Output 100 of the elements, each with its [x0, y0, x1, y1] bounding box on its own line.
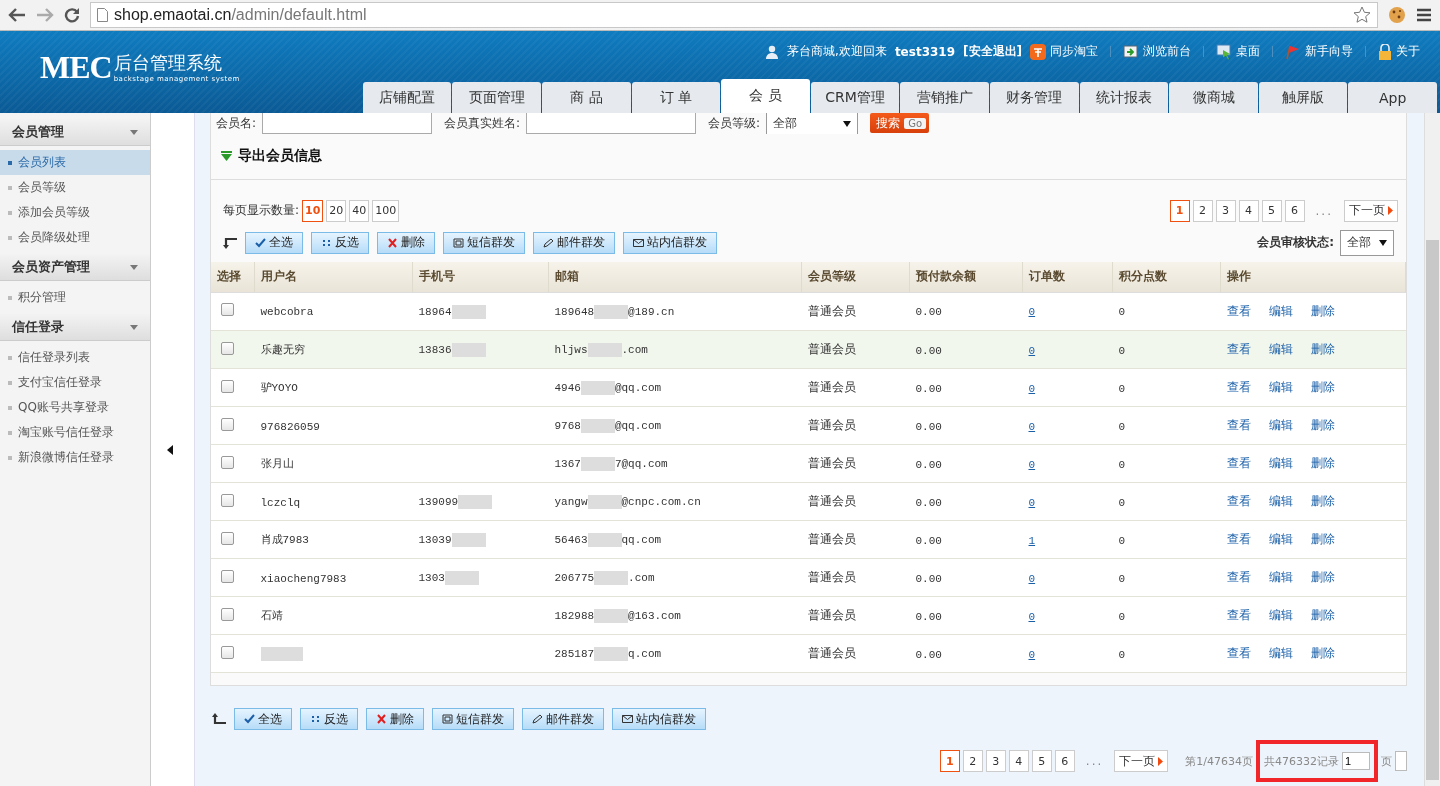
action-button[interactable]: 反选 — [311, 231, 369, 254]
row-action-link[interactable]: 删除 — [1310, 530, 1335, 548]
order-count-link[interactable]: 1 — [1028, 534, 1036, 547]
forward-icon[interactable] — [36, 8, 54, 22]
level-select[interactable]: 全部 — [766, 113, 859, 134]
sidebar-item[interactable]: 会员列表 — [0, 150, 150, 175]
search-button[interactable]: 搜索 Go — [870, 113, 929, 134]
header-link[interactable]: 同步淘宝 — [1030, 43, 1098, 60]
reload-icon[interactable] — [64, 7, 80, 23]
order-count-link[interactable]: 0 — [1028, 458, 1036, 471]
status-select[interactable]: 全部 — [1340, 229, 1394, 256]
row-action-link[interactable]: 编辑 — [1268, 454, 1293, 472]
sidebar-item[interactable]: QQ账号共享登录 — [0, 395, 150, 420]
nav-tab[interactable]: 店铺配置 — [362, 82, 452, 113]
row-checkbox[interactable] — [221, 531, 234, 545]
next-page-button[interactable]: 下一页 — [1344, 199, 1398, 222]
row-action-link[interactable]: 查看 — [1226, 302, 1251, 320]
row-action-link[interactable]: 删除 — [1310, 416, 1335, 434]
action-button[interactable]: 全选 — [234, 708, 292, 730]
header-link[interactable]: 浏览前台 — [1123, 43, 1191, 60]
page-button[interactable]: 2 — [962, 750, 983, 772]
nav-tab[interactable]: 触屏版 — [1258, 82, 1348, 113]
page-button[interactable]: 1 — [1169, 199, 1190, 222]
row-action-link[interactable]: 删除 — [1310, 340, 1335, 358]
row-action-link[interactable]: 编辑 — [1268, 416, 1293, 434]
row-checkbox[interactable] — [221, 607, 234, 621]
action-button[interactable]: 反选 — [300, 708, 358, 730]
sidebar-item[interactable]: 信任登录列表 — [0, 345, 150, 370]
nav-tab[interactable]: 营销推广 — [900, 82, 990, 113]
page-size-option[interactable]: 10 — [302, 199, 324, 222]
row-action-link[interactable]: 编辑 — [1268, 644, 1293, 662]
row-action-link[interactable]: 编辑 — [1268, 530, 1293, 548]
sidebar-group-header[interactable]: 会员资产管理 — [0, 254, 150, 281]
page-button[interactable]: 5 — [1031, 750, 1052, 772]
nav-tab[interactable]: 订 单 — [631, 82, 721, 113]
row-checkbox[interactable] — [221, 569, 234, 583]
action-button[interactable]: 全选 — [245, 231, 303, 254]
order-count-link[interactable]: 0 — [1028, 344, 1036, 357]
page-button[interactable]: 3 — [1215, 199, 1236, 222]
action-button[interactable]: 短信群发 — [432, 708, 514, 730]
row-action-link[interactable]: 删除 — [1310, 378, 1335, 396]
sidebar-item[interactable]: 会员降级处理 — [0, 225, 150, 250]
row-action-link[interactable]: 查看 — [1226, 416, 1251, 434]
row-checkbox[interactable] — [221, 417, 234, 431]
row-checkbox[interactable] — [221, 341, 234, 355]
action-button[interactable]: 短信群发 — [443, 231, 525, 254]
sidebar-item[interactable]: 支付宝信任登录 — [0, 370, 150, 395]
row-checkbox[interactable] — [221, 493, 234, 507]
page-button[interactable]: 4 — [1238, 199, 1259, 222]
sidebar-item[interactable]: 新浪微博信任登录 — [0, 445, 150, 470]
sidebar-item[interactable]: 会员等级 — [0, 175, 150, 200]
sidebar-item[interactable]: 积分管理 — [0, 285, 150, 310]
header-link[interactable]: 关于 — [1378, 43, 1420, 60]
collapse-arrow-icon[interactable] — [167, 444, 173, 455]
row-action-link[interactable]: 查看 — [1226, 530, 1251, 548]
order-count-link[interactable]: 0 — [1028, 572, 1036, 585]
action-button[interactable]: 站内信群发 — [612, 708, 706, 730]
order-count-link[interactable]: 0 — [1028, 382, 1036, 395]
nav-tab[interactable]: 页面管理 — [452, 82, 542, 113]
page-button[interactable]: 6 — [1054, 750, 1075, 772]
row-action-link[interactable]: 删除 — [1310, 302, 1335, 320]
sidebar-group-header[interactable]: 会员管理 — [0, 119, 150, 146]
action-button[interactable]: 站内信群发 — [623, 231, 717, 254]
go-button[interactable] — [1395, 751, 1407, 771]
row-action-link[interactable]: 编辑 — [1268, 606, 1293, 624]
row-action-link[interactable]: 删除 — [1310, 644, 1335, 662]
action-button[interactable]: 删除 — [377, 231, 435, 254]
page-button[interactable]: 3 — [985, 750, 1006, 772]
row-action-link[interactable]: 编辑 — [1268, 302, 1293, 320]
row-action-link[interactable]: 编辑 — [1268, 492, 1293, 510]
row-action-link[interactable]: 删除 — [1310, 454, 1335, 472]
nav-tab[interactable]: CRM管理 — [810, 82, 900, 113]
order-count-link[interactable]: 0 — [1028, 420, 1036, 433]
username-field[interactable] — [262, 113, 433, 134]
order-count-link[interactable]: 0 — [1028, 648, 1036, 661]
row-action-link[interactable]: 删除 — [1310, 568, 1335, 586]
order-count-link[interactable]: 0 — [1028, 306, 1036, 319]
page-button[interactable]: 4 — [1008, 750, 1029, 772]
menu-icon[interactable] — [1416, 8, 1432, 22]
row-checkbox[interactable] — [221, 303, 234, 317]
row-action-link[interactable]: 删除 — [1310, 492, 1335, 510]
row-checkbox[interactable] — [221, 379, 234, 393]
nav-tab[interactable]: 统计报表 — [1079, 82, 1169, 113]
row-action-link[interactable]: 查看 — [1226, 454, 1251, 472]
row-action-link[interactable]: 编辑 — [1268, 568, 1293, 586]
sidebar-item[interactable]: 添加会员等级 — [0, 200, 150, 225]
page-button[interactable]: 6 — [1284, 199, 1305, 222]
page-size-option[interactable]: 20 — [326, 199, 347, 222]
sidebar-item[interactable]: 淘宝账号信任登录 — [0, 420, 150, 445]
row-checkbox[interactable] — [221, 455, 234, 469]
header-link[interactable]: 新手向导 — [1285, 43, 1353, 60]
page-size-option[interactable]: 40 — [349, 199, 370, 222]
nav-tab[interactable]: 商 品 — [542, 82, 631, 113]
row-action-link[interactable]: 查看 — [1226, 568, 1251, 586]
row-action-link[interactable]: 编辑 — [1268, 378, 1293, 396]
row-checkbox[interactable] — [221, 645, 234, 659]
action-button[interactable]: 邮件群发 — [522, 708, 604, 730]
sidebar-group-header[interactable]: 信任登录 — [0, 314, 150, 341]
page-number-field[interactable]: 1 — [1342, 752, 1370, 770]
page-button[interactable]: 2 — [1192, 199, 1213, 222]
